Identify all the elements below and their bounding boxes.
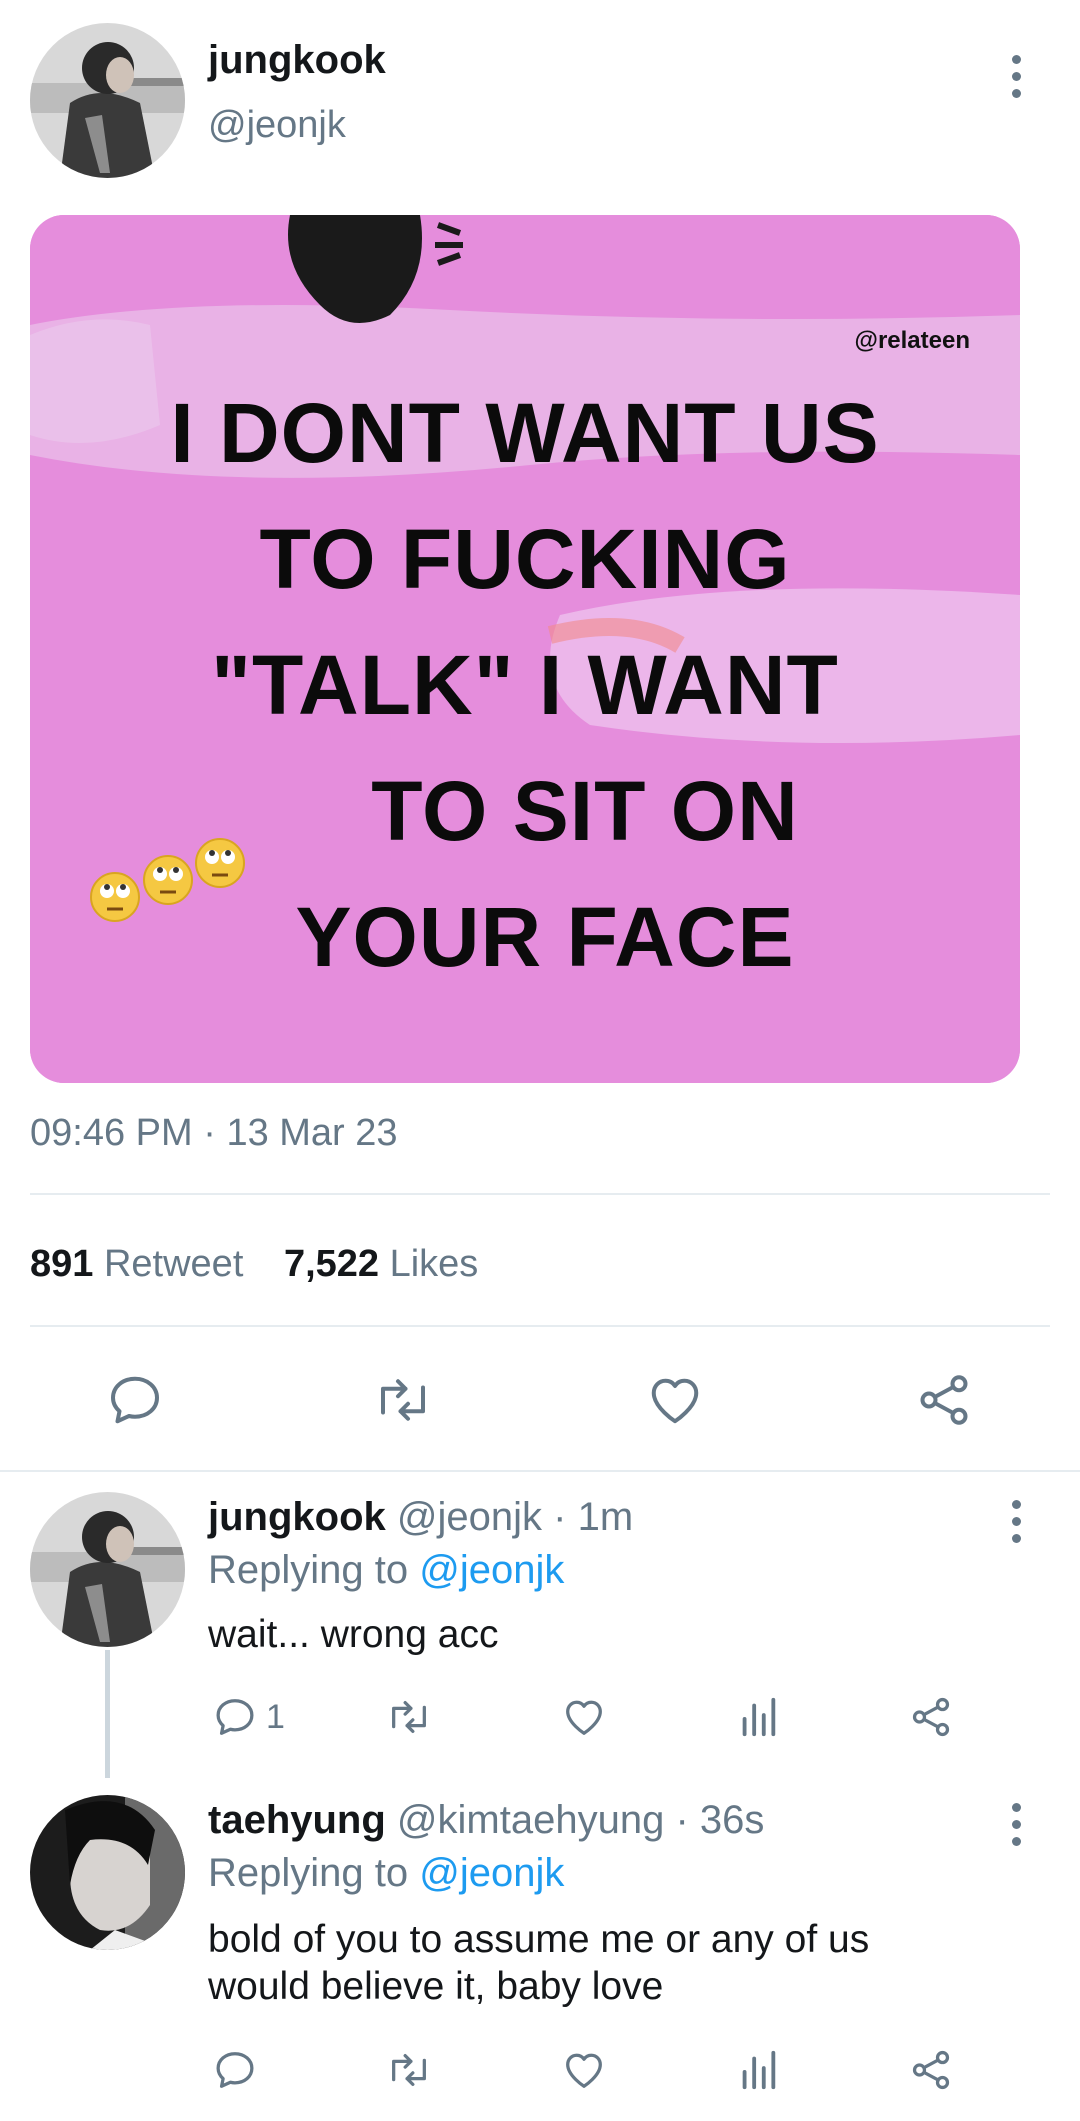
thread-line [105, 1650, 110, 1778]
more-options-icon[interactable] [1006, 1803, 1026, 1846]
reply-author-handle[interactable]: @jeonjk [397, 1495, 542, 1539]
tweet-timestamp: 09:46 PM · 13 Mar 23 [30, 1112, 398, 1155]
heart-icon [651, 1378, 699, 1424]
avatar[interactable] [30, 23, 185, 178]
reply-button[interactable] [212, 2047, 258, 2093]
replying-to: Replying to @jeonjk [208, 1851, 564, 1896]
reply-author-handle[interactable]: @kimtaehyung [397, 1798, 664, 1842]
share-icon [912, 1697, 950, 1737]
tweet-stats: 891 Retweet 7,522 Likes [30, 1243, 478, 1286]
like-button[interactable] [560, 2047, 608, 2093]
author-name[interactable]: jungkook [208, 38, 386, 83]
reply-author-name[interactable]: taehyung [208, 1798, 386, 1842]
share-icon [920, 1375, 968, 1425]
retweet-icon [392, 2053, 426, 2087]
reply-header: jungkook @jeonjk · 1m [208, 1495, 633, 1540]
tweet-time: 09:46 PM [30, 1112, 193, 1154]
replying-prefix: Replying to [208, 1851, 409, 1895]
heart-icon [566, 2053, 602, 2088]
like-button[interactable] [560, 1694, 608, 1740]
divider [30, 1193, 1050, 1195]
retweet-button[interactable] [384, 2047, 434, 2093]
reply-text-line: bold of you to assume me or any of us [208, 1918, 870, 1961]
avatar[interactable] [30, 1795, 185, 1950]
reply-header: taehyung @kimtaehyung · 36s [208, 1798, 764, 1843]
reply-button[interactable]: 1 [212, 1694, 285, 1740]
image-text-line: TO FUCKING [259, 512, 791, 606]
views-icon [742, 1697, 776, 1737]
retweet-count: 891 [30, 1243, 94, 1285]
retweet-icon [392, 1700, 426, 1734]
separator: · [203, 1112, 216, 1154]
retweet-label: Retweet [103, 1243, 244, 1285]
avatar-photo [30, 23, 185, 178]
reply-time: · 1m [553, 1495, 634, 1539]
tweet-image[interactable]: @relateen I DONT WANT US TO FUCKING "TAL… [30, 215, 1020, 1083]
avatar-photo [30, 1492, 185, 1647]
image-watermark: @relateen [854, 327, 970, 354]
author-handle[interactable]: @jeonjk [208, 104, 346, 147]
reply-count: 1 [266, 1697, 285, 1736]
likes-label: Likes [389, 1243, 479, 1285]
reply-button[interactable] [105, 1370, 165, 1430]
reply-icon [216, 2052, 254, 2088]
replying-to-link[interactable]: @jeonjk [419, 1548, 564, 1592]
reply-time: · 36s [675, 1798, 765, 1842]
retweet-icon [381, 1379, 425, 1421]
retweet-button[interactable] [384, 1694, 434, 1740]
like-button[interactable] [644, 1370, 706, 1430]
heart-icon [566, 1700, 602, 1735]
replying-to: Replying to @jeonjk [208, 1548, 564, 1593]
rolling-eyes-emoji-icon [90, 838, 245, 922]
image-text-line: I DONT WANT US [170, 386, 880, 480]
reply-icon [111, 1376, 159, 1424]
views-button[interactable] [738, 2047, 778, 2093]
reply-author-name[interactable]: jungkook [208, 1495, 386, 1539]
more-options-icon[interactable] [1006, 55, 1026, 98]
avatar-photo [30, 1795, 185, 1950]
reply-text: bold of you to assume me or any of us wo… [208, 1916, 869, 2010]
share-button[interactable] [908, 1694, 954, 1740]
divider [0, 1470, 1080, 1472]
views-icon [742, 2050, 776, 2090]
views-button[interactable] [738, 1694, 778, 1740]
reply-text: wait... wrong acc [208, 1613, 499, 1656]
image-text-line: "TALK" I WANT [211, 638, 839, 732]
divider [30, 1325, 1050, 1327]
retweet-button[interactable] [370, 1370, 436, 1430]
retweet-stat[interactable]: 891 Retweet [30, 1243, 254, 1285]
replying-prefix: Replying to [208, 1548, 409, 1592]
likes-stat[interactable]: 7,522 Likes [284, 1243, 478, 1285]
replying-to-link[interactable]: @jeonjk [419, 1851, 564, 1895]
avatar[interactable] [30, 1492, 185, 1647]
share-button[interactable] [914, 1370, 974, 1430]
reply-icon [216, 1699, 254, 1735]
more-options-icon[interactable] [1006, 1500, 1026, 1543]
reply-text-line: would believe it, baby love [208, 1965, 664, 2008]
tweet-date: 13 Mar 23 [226, 1112, 398, 1154]
share-icon [912, 2050, 950, 2090]
likes-count: 7,522 [283, 1243, 380, 1285]
share-button[interactable] [908, 2047, 954, 2093]
